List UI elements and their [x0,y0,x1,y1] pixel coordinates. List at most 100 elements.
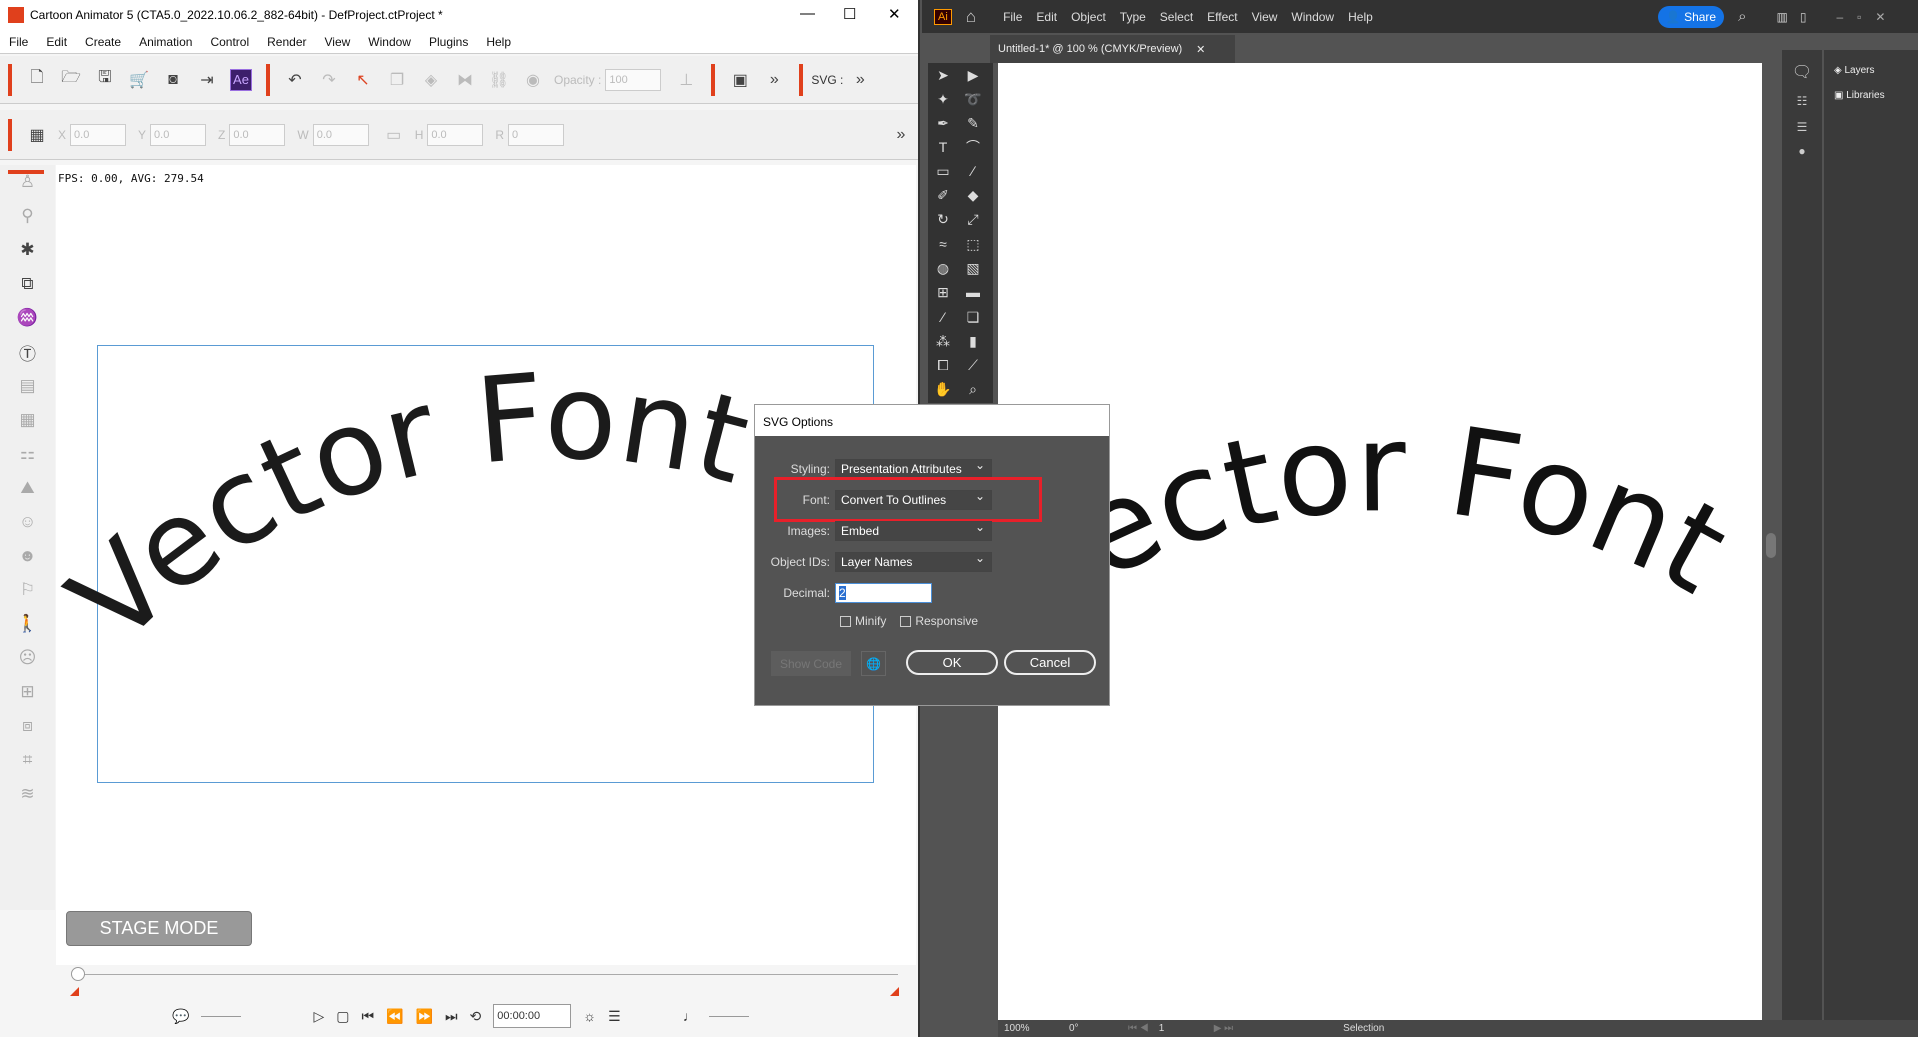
eraser-icon[interactable]: ◆ [958,184,988,208]
artboard-icon[interactable]: ⧠ [928,353,958,377]
shaper-icon[interactable]: ✐ [928,184,958,208]
ai-menu-type[interactable]: Type [1120,10,1146,24]
timeline-handle[interactable] [71,967,85,981]
gradient-icon[interactable]: ▬ [958,280,988,304]
decimal-value: 2 [839,586,846,600]
svg-options-dialog: SVG Options Styling: Presentation Attribu… [754,404,1110,706]
shape-builder-icon[interactable]: ◍ [928,256,958,280]
stage-mode-button[interactable]: STAGE MODE [66,911,252,946]
cancel-button[interactable]: Cancel [1004,650,1096,675]
panel-toggle-icon[interactable]: ▯ [1800,10,1807,24]
properties-icon[interactable]: ☷ [1782,94,1822,108]
lasso-icon[interactable]: ➰ [958,87,988,111]
show-code-button[interactable]: Show Code [771,651,851,676]
artboard-curved-text[interactable]: Vector Font [998,63,1762,1020]
layers-icon: ◈ [1834,65,1845,76]
align-panel-icon[interactable]: ☰ [1782,120,1822,134]
caption-icon[interactable]: 💬 [172,1008,189,1025]
responsive-label: Responsive [915,614,979,628]
timeline-icon[interactable]: ☰ [608,1008,621,1025]
globe-icon[interactable]: 🌐 [861,651,886,676]
layers-panel-tab[interactable]: ◈ Layers [1834,65,1918,76]
graph-icon[interactable]: ▮ [958,329,988,353]
loop-icon[interactable]: ⟲ [470,1008,482,1025]
magic-wand-icon[interactable]: ✦ [928,87,958,111]
render-icon[interactable]: ☼ [583,1008,596,1024]
ai-menu-select[interactable]: Select [1160,10,1193,24]
direct-selection-icon[interactable]: ▶ [958,63,988,87]
ai-minimize-button[interactable]: – [1836,10,1843,24]
ai-menu-object[interactable]: Object [1071,10,1106,24]
appearance-icon[interactable]: ● [1782,144,1822,158]
panel-dock: ◈ Layers ▣ Libraries [1824,50,1918,1020]
play-icon[interactable]: ▷ [313,1008,324,1025]
rotation-select[interactable]: 0° [1063,1023,1118,1034]
free-transform-icon[interactable]: ⬚ [958,232,988,256]
type-tool-icon[interactable]: T [928,135,958,159]
search-icon[interactable]: ⌕ [1738,8,1746,25]
selection-tool-icon[interactable]: ➤ [928,63,958,87]
zoom-icon[interactable]: ⌕ [958,377,988,401]
decimal-input[interactable]: 2 [835,583,932,603]
next-artboard-icon[interactable]: ▶ ⏭ [1214,1023,1233,1034]
artboard[interactable]: Vector Font [998,63,1762,1020]
perspective-icon[interactable]: ▧ [958,256,988,280]
ai-maximize-button[interactable]: ▫ [1857,10,1861,24]
eyedropper-icon[interactable]: ⁄ [928,305,958,329]
mesh-icon[interactable]: ⊞ [928,281,958,305]
artboard-select[interactable]: 1 [1159,1023,1204,1034]
ai-menu-edit[interactable]: Edit [1036,10,1057,24]
start-marker-icon[interactable] [70,987,79,996]
object-ids-select[interactable]: Layer Names [835,551,992,572]
prev-frame-icon[interactable]: ⏪ [386,1008,403,1025]
styling-select[interactable]: Presentation Attributes [835,458,992,479]
last-frame-icon[interactable]: ⏭ [445,1008,458,1025]
ai-menu-view[interactable]: View [1252,10,1278,24]
ai-menu-help[interactable]: Help [1348,10,1373,24]
styling-row: Styling: Presentation Attributes [755,458,1111,479]
first-frame-icon[interactable]: ⏮ [361,1008,374,1025]
rotate-icon[interactable]: ↻ [928,208,958,232]
tab-close-icon[interactable]: ✕ [1196,43,1205,56]
document-tab[interactable]: Untitled-1* @ 100 % (CMYK/Preview) ✕ [990,35,1235,63]
blend-icon[interactable]: ❏ [958,305,988,329]
arrange-icon[interactable]: ▥ [1777,10,1788,24]
timeline-track[interactable] [78,974,898,975]
images-select[interactable]: Embed [835,520,992,541]
ai-close-button[interactable]: ✕ [1875,10,1885,24]
share-button[interactable]: 👤 Share [1657,5,1725,28]
ai-menu-effect[interactable]: Effect [1207,10,1237,24]
symbol-sprayer-icon[interactable]: ⁂ [928,329,958,353]
rectangle-icon[interactable]: ▭ [928,160,958,184]
stop-icon[interactable]: ▢ [336,1008,349,1025]
arc-icon[interactable]: ⌒ [958,135,988,159]
home-icon[interactable]: ⌂ [966,7,976,27]
libraries-panel-tab[interactable]: ▣ Libraries [1834,90,1918,101]
pen-icon[interactable]: ✒ [928,111,958,135]
decimal-row: Decimal: 2 [755,583,1111,603]
brush-icon[interactable]: ∕ [958,159,988,183]
end-marker-icon[interactable] [890,987,899,996]
prev-artboard-icon[interactable]: ⏮ ◀ [1128,1023,1149,1034]
slice-icon[interactable]: ⟋ [958,353,988,377]
minify-checkbox[interactable] [840,615,851,627]
curvature-icon[interactable]: ✎ [958,111,988,135]
layers-label: Layers [1844,65,1875,76]
scale-icon[interactable]: ⤢ [958,208,988,232]
music-icon[interactable]: ♩ [683,1008,697,1024]
volume-slider[interactable] [708,1015,749,1017]
next-frame-icon[interactable]: ⏩ [416,1008,433,1025]
playback-controls: 💬 ▷ ▢ ⏮ ⏪ ⏩ ⏭ ⟲ 00:00:00 ☼ ☰ ♩ [172,1004,749,1028]
ai-menu-file[interactable]: File [1003,10,1022,24]
warp-icon[interactable]: ≈ [928,232,958,256]
ai-toolbar: ➤ ▶✦ ➰✒ ✎T ⌒▭ ∕✐ ◆↻ ⤢≈ ⬚◍ ▧⊞ ▬⁄ ❏⁂ ▮⧠ ⟋✋ ⌕ [928,63,993,403]
ai-menu-window[interactable]: Window [1291,10,1334,24]
caption-slider[interactable] [201,1015,242,1017]
vertical-scrollbar[interactable] [1762,63,1780,1020]
timecode-input[interactable]: 00:00:00 [493,1004,572,1028]
ok-button[interactable]: OK [906,650,998,675]
zoom-select[interactable]: 100% [998,1023,1053,1034]
hand-icon[interactable]: ✋ [928,377,958,401]
comments-icon[interactable]: 🗨 [1782,62,1822,82]
responsive-checkbox[interactable] [900,615,912,627]
